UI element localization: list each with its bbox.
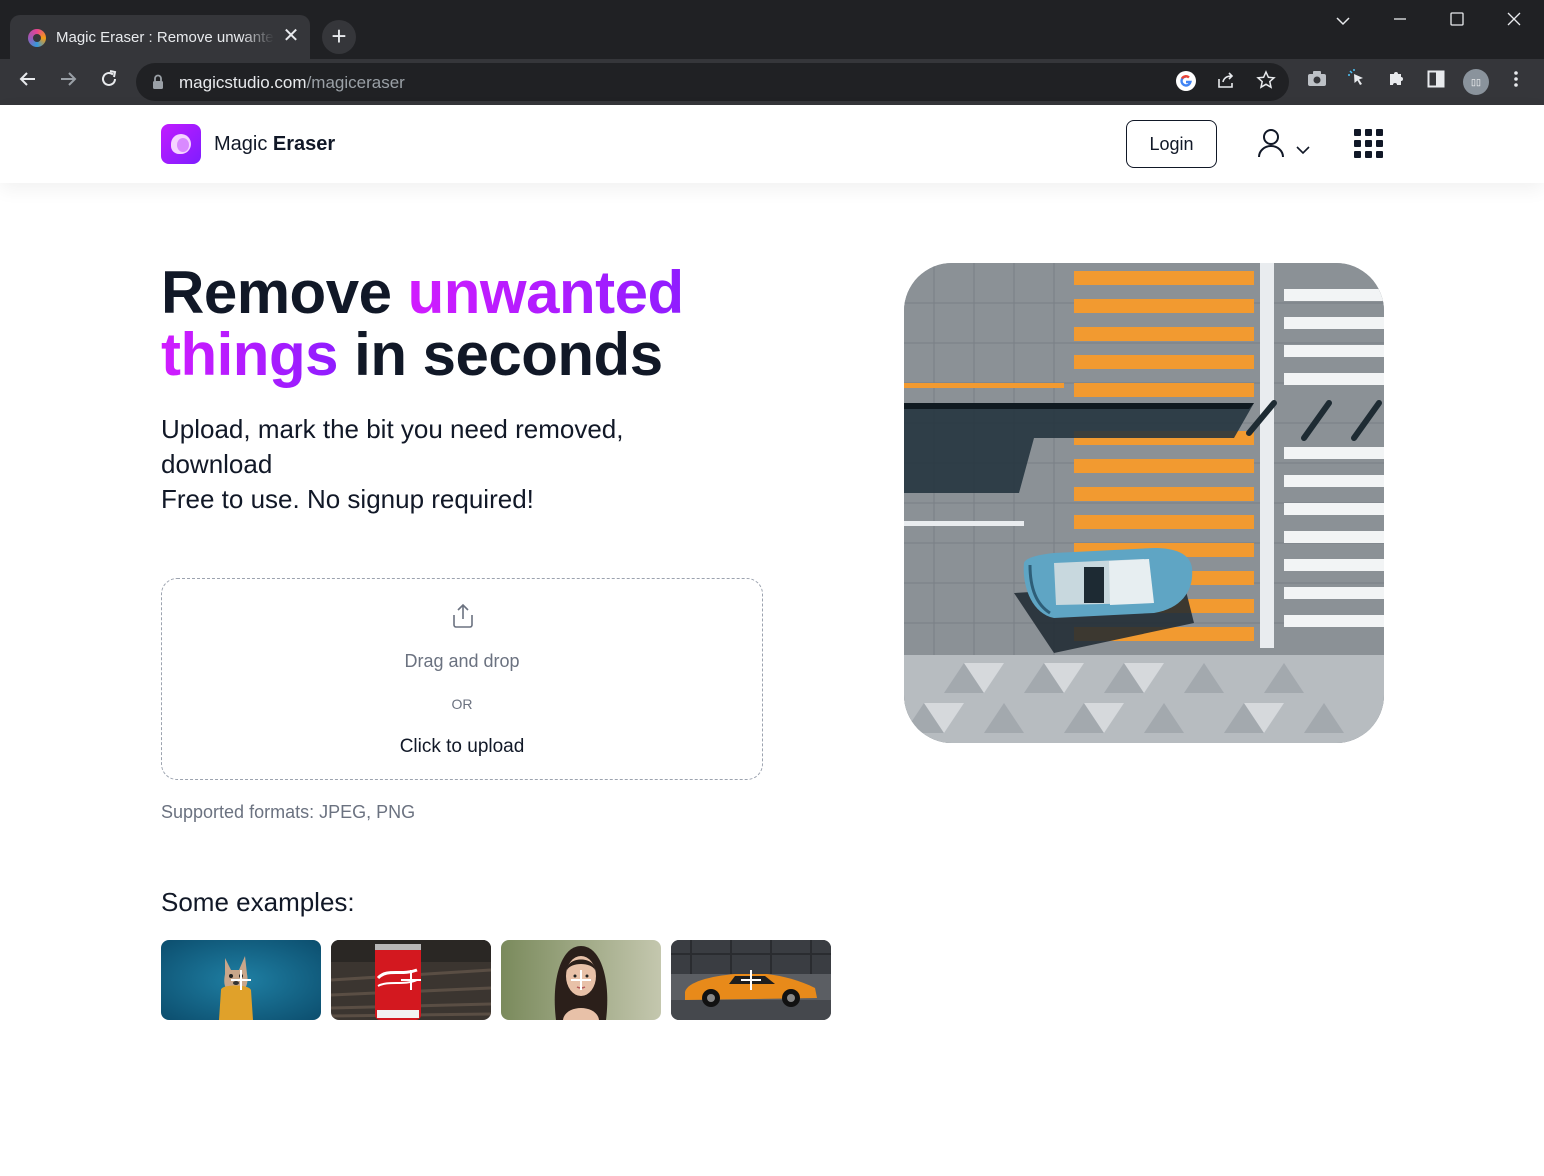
examples-heading: Some examples: <box>161 887 355 917</box>
plus-icon <box>741 970 761 990</box>
share-icon[interactable] <box>1214 70 1238 94</box>
minimize-icon[interactable] <box>1385 6 1415 34</box>
hero-subtitle: Upload, mark the bit you need removed, d… <box>161 412 721 517</box>
hero-subtitle-line1: Upload, mark the bit you need removed, d… <box>161 414 624 479</box>
kebab-menu-icon[interactable] <box>1501 67 1531 97</box>
magic-eraser-logo-icon[interactable] <box>161 124 201 164</box>
camera-icon[interactable] <box>1302 67 1332 97</box>
plus-icon <box>571 970 591 990</box>
new-tab-button[interactable]: + <box>322 20 356 54</box>
hero-aerial-car-image <box>904 263 1384 743</box>
upload-dropzone[interactable]: Drag and drop OR Click to upload <box>161 578 763 780</box>
tab-search-chevron-down-icon[interactable] <box>1328 6 1358 34</box>
example-thumbnail-cola[interactable] <box>331 940 491 1020</box>
side-panel-icon[interactable] <box>1421 67 1451 97</box>
user-icon <box>1258 129 1310 158</box>
hero-title-accent-things: things <box>161 321 338 388</box>
forward-arrow-icon[interactable] <box>53 67 83 97</box>
or-separator: OR <box>451 696 473 712</box>
url-domain: magicstudio.com <box>179 73 307 92</box>
hero-title-accent-unwanted: unwanted <box>407 259 685 326</box>
logo-text[interactable]: Magic Eraser <box>214 133 335 156</box>
example-thumbnail-portrait[interactable] <box>501 940 661 1020</box>
plus-icon <box>231 970 251 990</box>
user-menu-dropdown[interactable] <box>1256 127 1316 161</box>
logo-word-magic: Magic <box>214 133 268 155</box>
profile-avatar[interactable]: ▯▯ <box>1463 69 1489 95</box>
upload-icon <box>448 601 478 631</box>
example-thumbnail-car[interactable] <box>671 940 831 1020</box>
hero-title-part1: Remove <box>161 259 408 326</box>
site-header: Magic Eraser Login <box>0 105 1544 183</box>
browser-tab-active[interactable]: Magic Eraser : Remove unwanted things in… <box>10 15 310 59</box>
lock-icon[interactable] <box>152 74 164 90</box>
hero-subtitle-line2: Free to use. No signup required! <box>161 484 534 514</box>
site-favicon-icon <box>28 29 46 47</box>
drag-and-drop-text: Drag and drop <box>404 651 520 671</box>
apps-grid-icon[interactable] <box>1352 127 1386 161</box>
hero-title-part2: in seconds <box>337 321 663 388</box>
hero-aerial-illustration <box>904 263 1384 743</box>
maximize-icon[interactable] <box>1442 6 1472 34</box>
browser-toolbar: magicstudio.com/magiceraser ▯▯ <box>0 59 1544 105</box>
tab-close-icon[interactable]: ✕ <box>280 25 302 47</box>
hero-title: Remove unwanted things in seconds <box>161 262 801 386</box>
star-icon[interactable] <box>1254 70 1278 94</box>
reload-icon[interactable] <box>94 67 124 97</box>
supported-formats-text: Supported formats: JPEG, PNG <box>161 802 416 822</box>
back-arrow-icon[interactable] <box>13 67 43 97</box>
url-text: magicstudio.com/magiceraser <box>179 73 405 93</box>
plus-icon <box>401 970 421 990</box>
tab-title: Magic Eraser : Remove unwanted things in… <box>56 29 274 46</box>
puzzle-extensions-icon[interactable] <box>1382 67 1412 97</box>
browser-tab-strip: Magic Eraser : Remove unwanted things in… <box>0 0 1544 59</box>
window-close-icon[interactable] <box>1499 6 1529 34</box>
example-thumbnail-dog[interactable] <box>161 940 321 1020</box>
url-path: /magiceraser <box>306 73 405 92</box>
cursor-extension-icon[interactable] <box>1342 67 1372 97</box>
address-bar[interactable]: magicstudio.com/magiceraser <box>136 63 1289 101</box>
login-button[interactable]: Login <box>1126 120 1217 168</box>
google-icon[interactable] <box>1174 70 1198 94</box>
click-to-upload-link[interactable]: Click to upload <box>162 736 762 758</box>
logo-word-eraser: Eraser <box>272 133 336 155</box>
